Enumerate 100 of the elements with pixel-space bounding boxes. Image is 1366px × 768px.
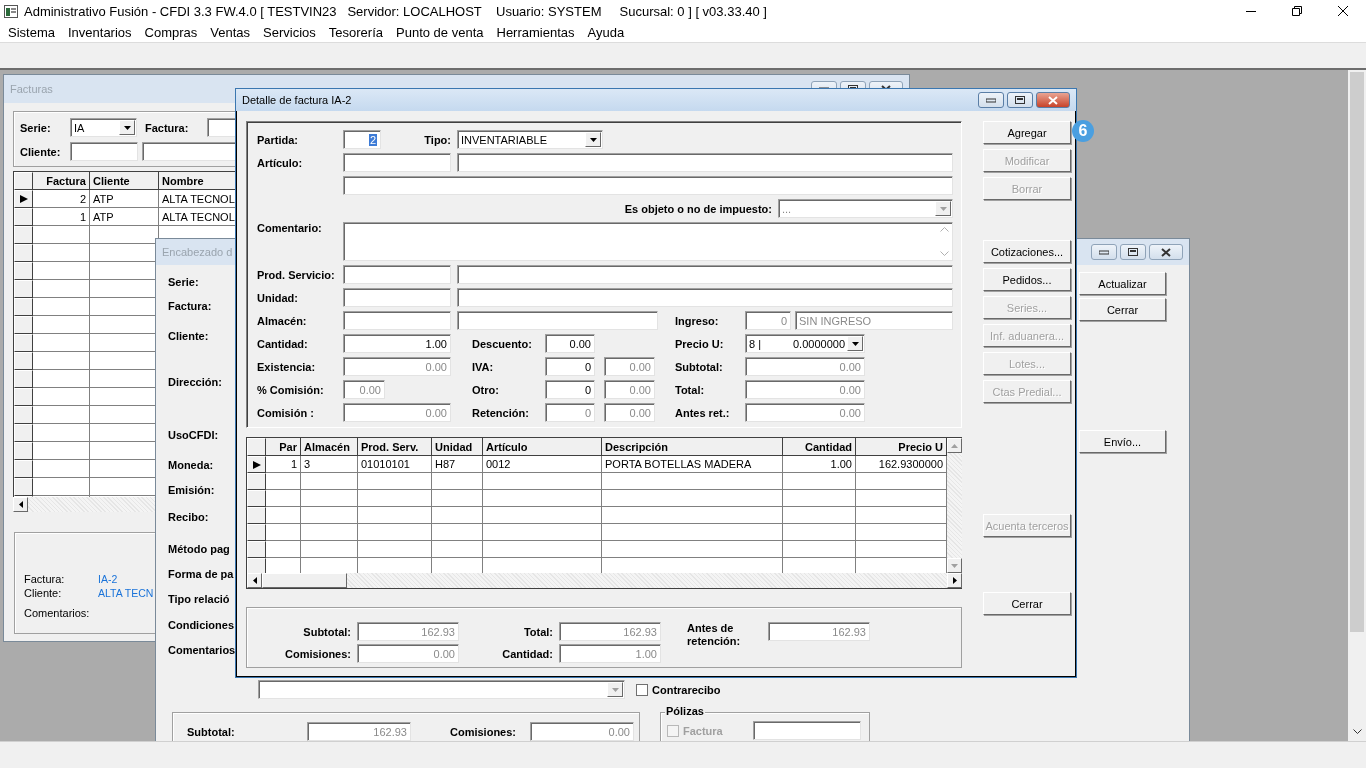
action-button[interactable]: Cerrar [1079, 298, 1166, 321]
row-header[interactable] [247, 490, 266, 507]
row-header[interactable] [247, 507, 266, 524]
row-header[interactable] [247, 473, 266, 490]
input-field[interactable]: 1.00 [559, 644, 661, 663]
action-button[interactable]: Actualizar [1079, 272, 1166, 295]
row-header[interactable] [14, 388, 33, 406]
input-field[interactable]: 0 [545, 357, 595, 376]
window-title: Facturas [10, 83, 53, 95]
menu-item[interactable]: Ventas [204, 24, 258, 40]
dropdown[interactable]: INVENTARIABLE [457, 130, 603, 149]
input-field[interactable] [343, 311, 451, 330]
checkbox[interactable] [636, 683, 648, 696]
row-header[interactable] [14, 262, 33, 280]
row-header[interactable] [14, 208, 33, 226]
input-field[interactable]: 162.93 [768, 622, 870, 641]
maximize-button[interactable] [1120, 244, 1146, 260]
dropdown[interactable]: 8 | 0.0000000 [745, 334, 865, 353]
column-header[interactable]: Factura [33, 172, 90, 190]
row-header[interactable] [14, 478, 33, 496]
horizontal-scrollbar[interactable] [247, 573, 962, 588]
row-header[interactable] [247, 524, 266, 541]
action-button[interactable]: Envío... [1079, 430, 1166, 453]
row-header[interactable] [14, 226, 33, 244]
input-field[interactable]: 162.93 [559, 622, 661, 641]
input-field[interactable] [343, 153, 451, 172]
menu-item[interactable]: Herramientas [490, 24, 582, 40]
vertical-scrollbar[interactable] [1348, 70, 1366, 741]
row-header[interactable] [14, 316, 33, 334]
scroll-right-icon [952, 577, 957, 584]
input-field[interactable] [457, 153, 953, 172]
field-label: Método pag [168, 542, 231, 556]
column-header[interactable]: Precio U [856, 438, 947, 456]
row-header[interactable] [14, 370, 33, 388]
field-label: Recibo: [168, 510, 210, 524]
row-header[interactable] [14, 352, 33, 370]
dropdown[interactable] [258, 680, 625, 699]
input-field[interactable]: 162.93 [357, 622, 459, 641]
input-field[interactable] [70, 142, 138, 161]
input-field[interactable]: 1.00 [343, 334, 451, 353]
menu-item[interactable]: Compras [138, 24, 205, 40]
input-field[interactable] [753, 721, 861, 740]
input-field[interactable] [457, 311, 658, 330]
comment-field[interactable] [343, 222, 953, 261]
action-button[interactable]: Agregar [983, 121, 1071, 144]
row-header[interactable] [247, 558, 266, 573]
restore-icon [1292, 6, 1302, 16]
menu-item[interactable]: Punto de venta [390, 24, 491, 40]
input-field[interactable] [343, 176, 953, 195]
scroll-thumb[interactable] [262, 573, 347, 588]
table-cell [432, 490, 483, 507]
row-header[interactable] [14, 442, 33, 460]
maximize-icon [1128, 248, 1138, 256]
input-field[interactable] [457, 265, 953, 284]
column-header[interactable]: Unidad [432, 438, 483, 456]
row-header[interactable] [14, 244, 33, 262]
input-field[interactable]: 0.00 [530, 722, 634, 741]
row-header[interactable] [14, 334, 33, 352]
menu-item[interactable]: Servicios [257, 24, 323, 40]
menu-item[interactable]: Tesorería [322, 24, 391, 40]
row-header[interactable] [14, 424, 33, 442]
row-header[interactable] [247, 456, 266, 473]
input-field[interactable]: 2 [343, 130, 381, 149]
row-header[interactable] [14, 406, 33, 424]
row-header[interactable] [14, 280, 33, 298]
action-button[interactable]: Pedidos... [983, 268, 1071, 291]
column-header[interactable]: Almacén [301, 438, 358, 456]
column-header[interactable]: Artículo [483, 438, 602, 456]
dropdown[interactable]: IA [70, 118, 137, 137]
action-button[interactable]: Cotizaciones... [983, 240, 1071, 263]
maximize-button[interactable] [1007, 92, 1033, 108]
menu-item[interactable]: Inventarios [61, 24, 139, 40]
input-field[interactable]: 162.93 [307, 722, 411, 741]
column-header[interactable]: Cantidad [783, 438, 856, 456]
column-header[interactable]: Prod. Serv. [358, 438, 432, 456]
row-header[interactable] [14, 298, 33, 316]
vertical-scrollbar[interactable] [947, 438, 962, 573]
input-field[interactable]: 0 [545, 380, 595, 399]
table-cell [432, 524, 483, 541]
input-field[interactable]: 0.00 [545, 334, 595, 353]
input-field[interactable] [343, 265, 451, 284]
input-field[interactable] [457, 288, 953, 307]
column-header[interactable]: Cliente [90, 172, 159, 190]
menu-item[interactable]: Sistema [2, 24, 62, 40]
minimize-button[interactable] [978, 92, 1004, 108]
close-button[interactable] [1149, 244, 1183, 260]
row-header[interactable] [247, 541, 266, 558]
input-field[interactable] [343, 288, 451, 307]
action-button[interactable]: Cerrar [983, 592, 1071, 615]
input-field[interactable]: 0.00 [357, 644, 459, 663]
column-header[interactable]: Nombre [159, 172, 236, 190]
column-header[interactable]: Descripción [602, 438, 783, 456]
row-header[interactable] [14, 190, 33, 208]
field-label: Retención: [472, 406, 530, 419]
row-header[interactable] [14, 460, 33, 478]
close-button[interactable] [1036, 92, 1070, 108]
menu-item[interactable]: Ayuda [581, 24, 632, 40]
window-title: Detalle de factura IA-2 [242, 94, 352, 106]
table-cell: PORTA BOTELLAS MADERA [602, 456, 783, 473]
column-header[interactable]: Par [266, 438, 301, 456]
